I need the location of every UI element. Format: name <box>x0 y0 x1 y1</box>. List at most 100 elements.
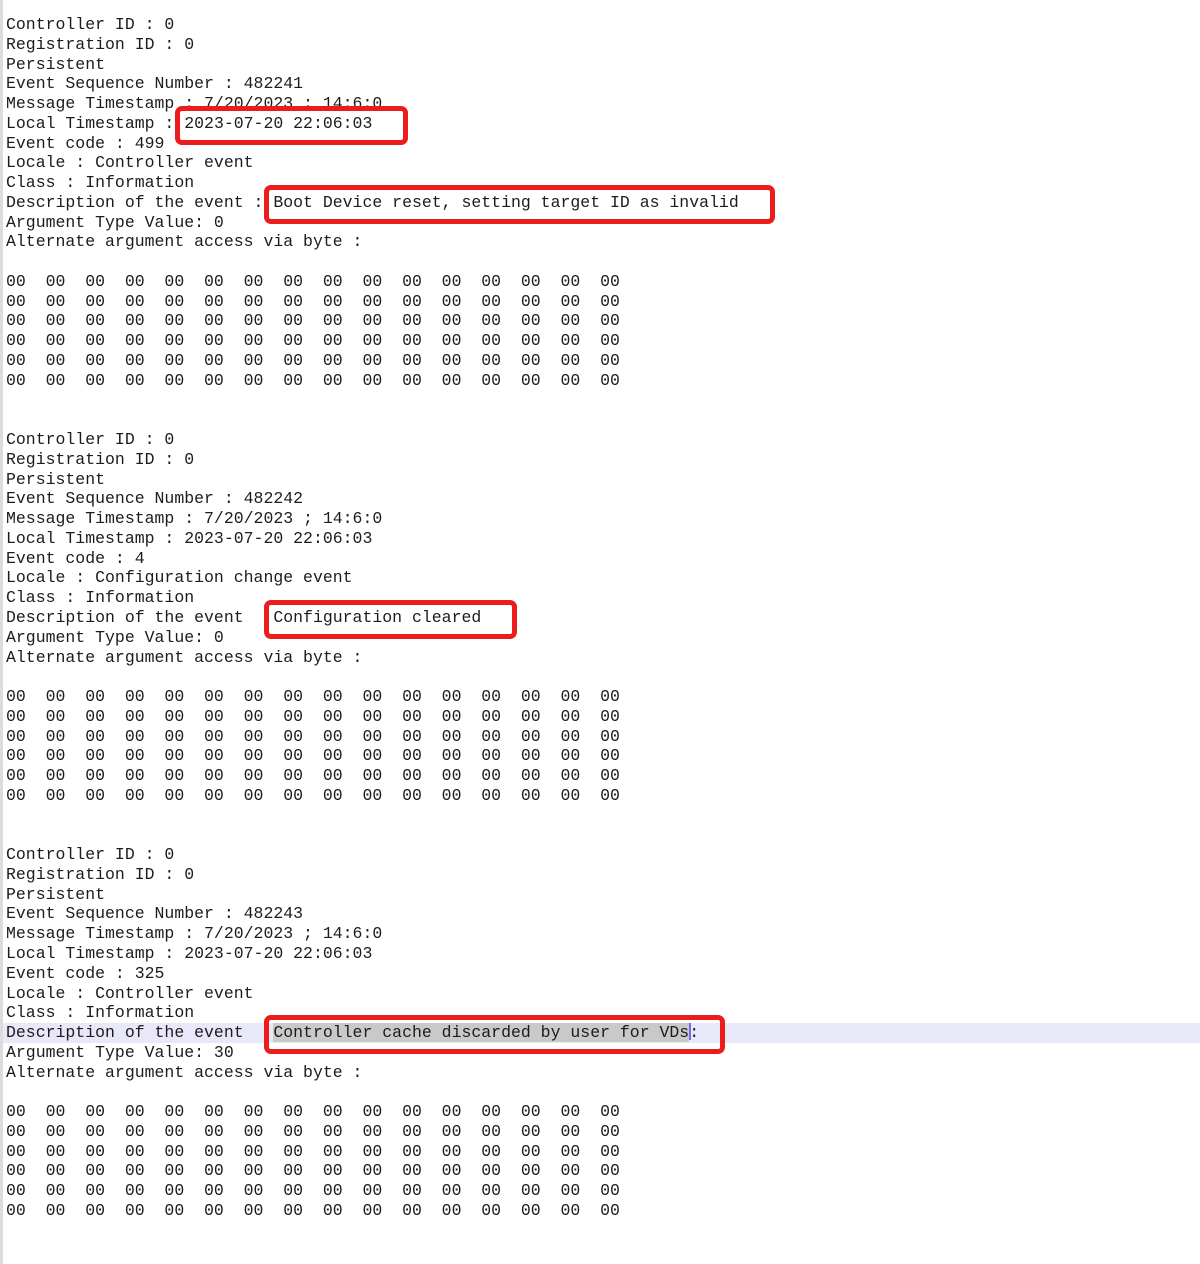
log-text: Registration ID : 0 <box>6 450 194 469</box>
log-text: Event code : 4 <box>6 549 145 568</box>
log-text: Event Sequence Number : 482241 <box>6 74 303 93</box>
log-text: Locale : Configuration change event <box>6 568 353 587</box>
log-text: Description of the event : <box>6 193 273 212</box>
log-text: Controller ID : 0 <box>6 845 174 864</box>
log-line: Event code : 4 <box>3 549 1200 569</box>
log-text: Event Sequence Number : 482242 <box>6 489 303 508</box>
log-text: Alternate argument access via byte : <box>6 1063 362 1082</box>
log-text: Local Timestamp : 2023-07-20 22:06:03 <box>6 529 372 548</box>
log-line: Locale : Controller event <box>3 984 1200 1004</box>
hex-row: 00 00 00 00 00 00 00 00 00 00 00 00 00 0… <box>3 331 1200 351</box>
annotation-redbox-text: Boot Device reset, setting target ID as … <box>273 193 738 212</box>
log-line: Registration ID : 0 <box>3 450 1200 470</box>
log-line: Description of the event Controller cach… <box>3 1023 1200 1043</box>
log-text: Local Timestamp : <box>6 114 184 133</box>
log-text: Event code : 499 <box>6 134 164 153</box>
log-line: Persistent <box>3 470 1200 490</box>
hex-row: 00 00 00 00 00 00 00 00 00 00 00 00 00 0… <box>3 1102 1200 1122</box>
log-text: Argument Type Value: 0 <box>6 628 224 647</box>
log-line: Event code : 499 <box>3 134 1200 154</box>
log-text: Class : Information <box>6 588 194 607</box>
log-line: Event Sequence Number : 482243 <box>3 904 1200 924</box>
log-line: Alternate argument access via byte : <box>3 1063 1200 1083</box>
log-text: Class : Information <box>6 1003 194 1022</box>
hex-row: 00 00 00 00 00 00 00 00 00 00 00 00 00 0… <box>3 272 1200 292</box>
log-line: Local Timestamp : 2023-07-20 22:06:03 <box>3 529 1200 549</box>
log-line: Class : Information <box>3 173 1200 193</box>
log-text: Message Timestamp : 7/20/2023 ; 14:6:0 <box>6 924 382 943</box>
log-line: Event Sequence Number : 482241 <box>3 74 1200 94</box>
blank-line <box>3 1082 1200 1102</box>
log-line: Controller ID : 0 <box>3 430 1200 450</box>
blank-line <box>3 1221 1200 1241</box>
hex-row: 00 00 00 00 00 00 00 00 00 00 00 00 00 0… <box>3 1161 1200 1181</box>
log-text: Argument Type Value: 30 <box>6 1043 234 1062</box>
log-line: Argument Type Value: 30 <box>3 1043 1200 1063</box>
log-text: Event Sequence Number : 482243 <box>6 904 303 923</box>
log-content[interactable]: Controller ID : 0Registration ID : 0Pers… <box>3 0 1200 1260</box>
log-line: Class : Information <box>3 1003 1200 1023</box>
log-line: Locale : Configuration change event <box>3 568 1200 588</box>
hex-row: 00 00 00 00 00 00 00 00 00 00 00 00 00 0… <box>3 786 1200 806</box>
blank-line <box>3 391 1200 411</box>
log-text: Local Timestamp : 2023-07-20 22:06:03 <box>6 944 372 963</box>
log-line: Controller ID : 0 <box>3 845 1200 865</box>
hex-row: 00 00 00 00 00 00 00 00 00 00 00 00 00 0… <box>3 766 1200 786</box>
hex-row: 00 00 00 00 00 00 00 00 00 00 00 00 00 0… <box>3 707 1200 727</box>
hex-row: 00 00 00 00 00 00 00 00 00 00 00 00 00 0… <box>3 1142 1200 1162</box>
log-line: Event code : 325 <box>3 964 1200 984</box>
hex-row: 00 00 00 00 00 00 00 00 00 00 00 00 00 0… <box>3 351 1200 371</box>
log-line: Argument Type Value: 0 <box>3 213 1200 233</box>
blank-line <box>3 825 1200 845</box>
hex-row: 00 00 00 00 00 00 00 00 00 00 00 00 00 0… <box>3 1122 1200 1142</box>
log-text: Locale : Controller event <box>6 153 254 172</box>
log-text: Description of the event <box>6 608 273 627</box>
log-text: Event code : 325 <box>6 964 164 983</box>
log-text: Class : Information <box>6 173 194 192</box>
log-text: Argument Type Value: 0 <box>6 213 224 232</box>
hex-row: 00 00 00 00 00 00 00 00 00 00 00 00 00 0… <box>3 371 1200 391</box>
log-text: Controller ID : 0 <box>6 15 174 34</box>
log-line: Alternate argument access via byte : <box>3 232 1200 252</box>
blank-line <box>3 667 1200 687</box>
log-viewer-window: Controller ID : 0Registration ID : 0Pers… <box>0 0 1200 1264</box>
log-line: Alternate argument access via byte : <box>3 648 1200 668</box>
annotation-redbox-text: 2023-07-20 22:06:03 <box>184 114 372 133</box>
hex-row: 00 00 00 00 00 00 00 00 00 00 00 00 00 0… <box>3 746 1200 766</box>
log-line: Persistent <box>3 885 1200 905</box>
log-text: Persistent <box>6 470 105 489</box>
log-line: Message Timestamp : 7/20/2023 ; 14:6:0 <box>3 924 1200 944</box>
hex-row: 00 00 00 00 00 00 00 00 00 00 00 00 00 0… <box>3 292 1200 312</box>
log-line: Local Timestamp : 2023-07-20 22:06:03 <box>3 114 1200 134</box>
log-text: Alternate argument access via byte : <box>6 232 362 251</box>
log-line: Message Timestamp : 7/20/2023 ; 14:6:0 <box>3 94 1200 114</box>
log-text: Alternate argument access via byte : <box>6 648 362 667</box>
annotation-redbox-text: Controller cache discarded by user for V… <box>273 1023 689 1042</box>
log-line: Locale : Controller event <box>3 153 1200 173</box>
hex-row: 00 00 00 00 00 00 00 00 00 00 00 00 00 0… <box>3 1201 1200 1221</box>
hex-row: 00 00 00 00 00 00 00 00 00 00 00 00 00 0… <box>3 311 1200 331</box>
hex-row: 00 00 00 00 00 00 00 00 00 00 00 00 00 0… <box>3 687 1200 707</box>
log-text: Registration ID : 0 <box>6 865 194 884</box>
log-line: Class : Information <box>3 588 1200 608</box>
blank-line <box>3 410 1200 430</box>
log-line: Message Timestamp : 7/20/2023 ; 14:6:0 <box>3 509 1200 529</box>
hex-row: 00 00 00 00 00 00 00 00 00 00 00 00 00 0… <box>3 727 1200 747</box>
log-line: Description of the event Configuration c… <box>3 608 1200 628</box>
blank-line <box>3 1240 1200 1260</box>
log-line: Registration ID : 0 <box>3 865 1200 885</box>
log-text: Locale : Controller event <box>6 984 254 1003</box>
log-text: Persistent <box>6 55 105 74</box>
blank-line <box>3 252 1200 272</box>
log-line: Event Sequence Number : 482242 <box>3 489 1200 509</box>
hex-row: 00 00 00 00 00 00 00 00 00 00 00 00 00 0… <box>3 1181 1200 1201</box>
log-text: Persistent <box>6 885 105 904</box>
log-text: Controller ID : 0 <box>6 430 174 449</box>
log-line: Controller ID : 0 <box>3 15 1200 35</box>
log-line: Argument Type Value: 0 <box>3 628 1200 648</box>
log-text: Registration ID : 0 <box>6 35 194 54</box>
log-text: Message Timestamp : 7/20/2023 ; 14:6:0 <box>6 509 382 528</box>
log-text: Description of the event <box>6 1023 273 1042</box>
text-caret <box>689 1023 691 1040</box>
log-line: Local Timestamp : 2023-07-20 22:06:03 <box>3 944 1200 964</box>
